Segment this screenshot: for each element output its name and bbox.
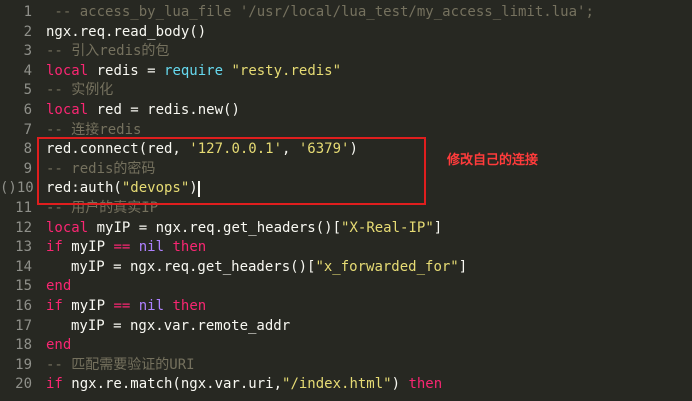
line-number: 20 bbox=[15, 376, 32, 393]
line-number: 6 bbox=[23, 102, 32, 118]
code-token-keyword: then bbox=[408, 376, 443, 393]
code-line[interactable]: 17 myIP = ngx.var.remote_addr bbox=[0, 317, 692, 337]
line-number: 17 bbox=[15, 317, 32, 334]
code-token-keyword: if bbox=[46, 376, 63, 393]
code-text[interactable]: if myIP == nil then bbox=[46, 297, 206, 317]
code-token-keyword: if bbox=[46, 298, 63, 314]
code-line[interactable]: 2 ngx.req.read_body() bbox=[0, 23, 692, 43]
code-line[interactable]: 18 end bbox=[0, 336, 692, 356]
code-text[interactable]: myIP = ngx.req.get_headers()["x_forwarde… bbox=[46, 258, 467, 278]
line-number: 19 bbox=[15, 356, 32, 373]
code-text[interactable]: local red = redis.new() bbox=[46, 101, 240, 121]
code-token-plain: red = redis.new() bbox=[88, 102, 240, 118]
code-text[interactable]: -- 实例化 bbox=[46, 81, 113, 101]
code-token-builtin: require bbox=[164, 62, 224, 79]
code-text[interactable]: local redis = require "resty.redis" bbox=[46, 62, 341, 82]
code-token-keyword: == bbox=[113, 298, 131, 314]
line-number: 1 bbox=[23, 4, 32, 20]
code-token-comment: -- 实例化 bbox=[46, 82, 114, 99]
code-text[interactable]: -- access_by_lua_file '/usr/local/lua_te… bbox=[46, 3, 594, 23]
code-token-keyword: then bbox=[172, 239, 207, 256]
code-line[interactable]: 6 local red = redis.new() bbox=[0, 101, 692, 121]
code-line[interactable]: 15 end bbox=[0, 277, 692, 297]
code-token-plain: ] bbox=[433, 219, 443, 236]
line-number: 7 bbox=[23, 121, 32, 138]
code-line[interactable]: 13 if myIP == nil then bbox=[0, 238, 692, 258]
code-token-plain: myIP = ngx.req.get_headers()[ bbox=[88, 219, 342, 236]
code-token-plain: myIP = ngx.req.get_headers()[ bbox=[71, 258, 316, 275]
line-number: ()10 bbox=[0, 180, 34, 197]
annotation-highlight-box bbox=[37, 137, 426, 205]
code-token-plain: myIP bbox=[62, 298, 114, 314]
code-text[interactable]: end bbox=[46, 336, 71, 356]
line-number: 18 bbox=[15, 337, 32, 354]
code-line[interactable]: 19 -- 匹配需要验证的URI bbox=[0, 356, 692, 376]
code-token-plain: myIP bbox=[62, 239, 114, 256]
code-text[interactable]: ngx.req.read_body() bbox=[46, 23, 206, 43]
code-text[interactable]: -- 引入redis的包 bbox=[46, 42, 169, 62]
code-text[interactable]: local myIP = ngx.req.get_headers()["X-Re… bbox=[46, 219, 442, 239]
line-number: 2 bbox=[23, 23, 32, 40]
code-line[interactable]: 1 -- access_by_lua_file '/usr/local/lua_… bbox=[0, 3, 692, 23]
code-line[interactable]: 5 -- 实例化 bbox=[0, 81, 692, 101]
code-token-nil: nil bbox=[138, 239, 165, 256]
code-token-string: "/index.html" bbox=[282, 376, 392, 393]
code-token-string: "X-Real-IP" bbox=[341, 219, 434, 236]
code-line[interactable]: 14 myIP = ngx.req.get_headers()["x_forwar… bbox=[0, 258, 692, 278]
code-token-plain: redis = bbox=[88, 62, 165, 79]
code-token-plain: ] bbox=[458, 258, 468, 275]
line-number: 15 bbox=[15, 278, 32, 295]
code-token-comment: -- 引入redis的包 bbox=[46, 43, 170, 60]
line-number: 8 bbox=[23, 141, 32, 158]
code-token-plain: ngx.req.read_body() bbox=[46, 23, 207, 40]
code-editor[interactable]: 1 -- access_by_lua_file '/usr/local/lua_… bbox=[0, 0, 692, 401]
line-number: 12 bbox=[15, 219, 32, 236]
line-number: 9 bbox=[23, 160, 32, 177]
code-token-keyword: local bbox=[46, 102, 89, 118]
code-text[interactable]: if ngx.re.match(ngx.var.uri,"/index.html… bbox=[46, 375, 442, 395]
annotation-label: 修改自己的连接 bbox=[447, 153, 539, 168]
code-token-string: "resty.redis" bbox=[231, 62, 342, 79]
code-token-keyword: if bbox=[46, 239, 63, 256]
code-line[interactable]: 12 local myIP = ngx.req.get_headers()["X-… bbox=[0, 219, 692, 239]
line-number: 13 bbox=[15, 239, 32, 256]
code-text[interactable]: myIP = ngx.var.remote_addr bbox=[46, 317, 290, 337]
line-number: 14 bbox=[15, 258, 32, 275]
code-token-keyword: local bbox=[46, 62, 89, 79]
code-text[interactable]: end bbox=[46, 277, 71, 297]
code-token-plain: ) bbox=[391, 376, 409, 393]
code-token-keyword: == bbox=[113, 239, 131, 256]
line-number: 16 bbox=[15, 298, 32, 314]
code-line[interactable]: 16 if myIP == nil then bbox=[0, 297, 692, 317]
code-token-comment: -- 连接redis bbox=[46, 121, 142, 138]
code-text[interactable]: if myIP == nil then bbox=[46, 238, 206, 258]
code-token-string: "x_forwarded_for" bbox=[315, 258, 459, 275]
code-token-plain: myIP = ngx.var.remote_addr bbox=[71, 317, 291, 334]
code-line[interactable]: 20 if ngx.re.match(ngx.var.uri,"/index.ht… bbox=[0, 375, 692, 395]
line-number: 4 bbox=[23, 62, 32, 79]
code-token-keyword: end bbox=[46, 278, 72, 295]
code-line[interactable]: 4 local redis = require "resty.redis" bbox=[0, 62, 692, 82]
code-token-keyword: local bbox=[46, 219, 89, 236]
code-token-keyword: then bbox=[172, 298, 207, 314]
code-text[interactable]: -- 匹配需要验证的URI bbox=[46, 356, 195, 376]
line-number: 5 bbox=[23, 82, 32, 99]
code-line[interactable]: 3 -- 引入redis的包 bbox=[0, 42, 692, 62]
code-token-plain: ngx.re.match(ngx.var.uri, bbox=[62, 376, 283, 393]
code-token-nil: nil bbox=[138, 298, 165, 314]
code-token-comment: -- access_by_lua_file '/usr/local/lua_te… bbox=[46, 4, 594, 20]
code-token-keyword: end bbox=[46, 337, 72, 354]
line-number: 3 bbox=[23, 43, 32, 60]
line-number: 11 bbox=[15, 200, 32, 216]
code-token-comment: -- 匹配需要验证的URI bbox=[46, 356, 195, 373]
